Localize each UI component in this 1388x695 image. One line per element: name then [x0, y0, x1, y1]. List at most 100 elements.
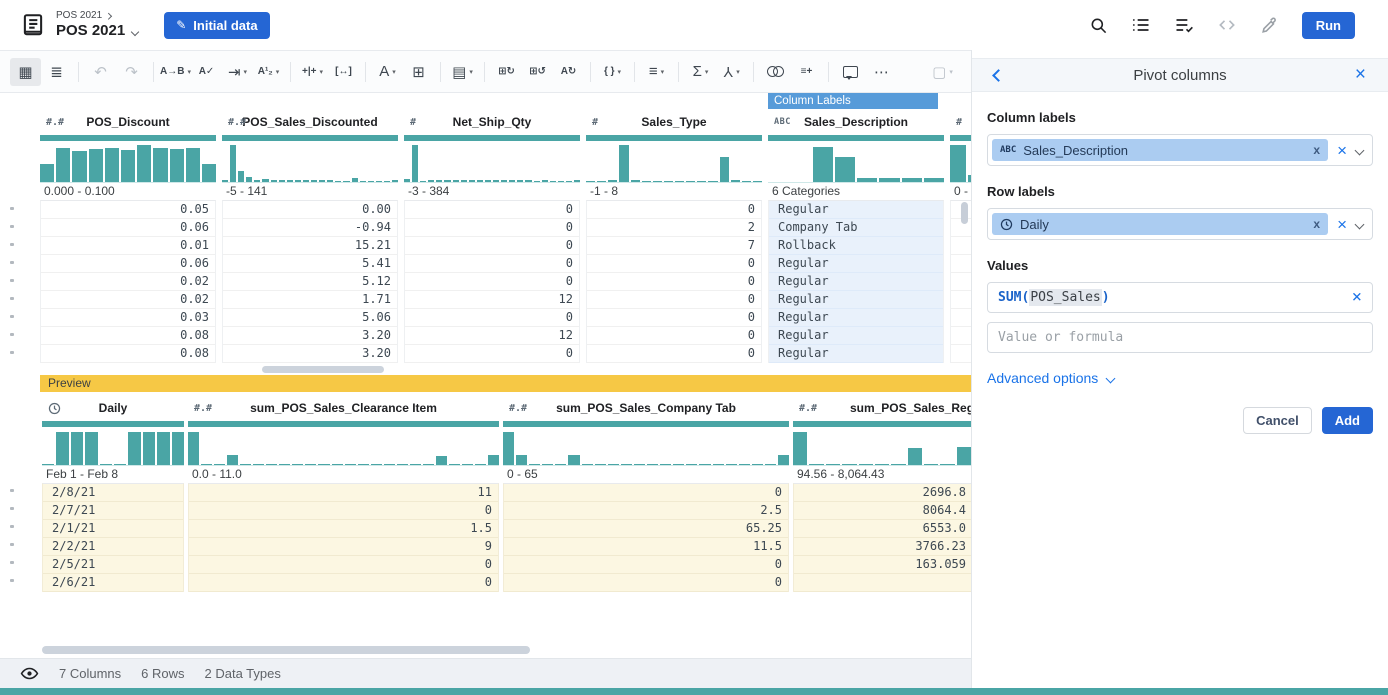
- grid-vertical-scrollbar[interactable]: [961, 202, 968, 224]
- cell[interactable]: Regular: [769, 273, 943, 291]
- cell[interactable]: 0: [189, 574, 498, 592]
- cell[interactable]: 9: [189, 538, 498, 556]
- clear-field-icon[interactable]: ×: [1337, 142, 1347, 159]
- cell[interactable]: 0: [189, 502, 498, 520]
- cell[interactable]: 0.02: [41, 291, 215, 309]
- code-icon[interactable]: [1217, 15, 1237, 35]
- cell[interactable]: 0.00: [223, 201, 397, 219]
- cell[interactable]: 0: [504, 556, 788, 574]
- row-labels-input[interactable]: Daily x ×: [987, 208, 1373, 240]
- chevron-down-icon[interactable]: [1355, 219, 1365, 229]
- column-header[interactable]: ABCSales_Description: [768, 110, 944, 134]
- cell[interactable]: Regular: [769, 327, 943, 345]
- grid-horizontal-scrollbar[interactable]: [262, 366, 384, 373]
- column-header[interactable]: #.#POS_Sales_Discounted: [222, 110, 398, 134]
- cell[interactable]: 0.06: [41, 255, 215, 273]
- breadcrumb-label[interactable]: POS 2021: [56, 10, 102, 21]
- column-histogram[interactable]: [222, 142, 398, 183]
- cell[interactable]: 2/8/21: [43, 484, 183, 502]
- cell[interactable]: 7: [587, 237, 761, 255]
- column-header[interactable]: #.#sum_POS_Sales_Regular: [793, 396, 971, 420]
- data-quality-bar[interactable]: [768, 135, 944, 141]
- cell[interactable]: [951, 327, 971, 345]
- row-marker[interactable]: [10, 525, 14, 528]
- nest-button[interactable]: { }▾: [597, 58, 628, 86]
- column-histogram[interactable]: [768, 142, 944, 183]
- cell[interactable]: 0: [504, 484, 788, 502]
- row-marker[interactable]: [10, 543, 14, 546]
- row-marker[interactable]: [10, 351, 14, 354]
- transpose-button[interactable]: A↻: [553, 58, 584, 86]
- cell[interactable]: 6553.0: [794, 520, 971, 538]
- column-labels-input[interactable]: ABC Sales_Description x ×: [987, 134, 1373, 166]
- cell[interactable]: 1.71: [223, 291, 397, 309]
- cell[interactable]: 0: [587, 345, 761, 363]
- row-marker[interactable]: [10, 561, 14, 564]
- cell[interactable]: 2/2/21: [43, 538, 183, 556]
- view-rows-button[interactable]: ≣: [41, 58, 72, 86]
- column-header[interactable]: #Net_Ship_Qty: [404, 110, 580, 134]
- column-header[interactable]: #: [950, 110, 971, 134]
- selection-mode-button[interactable]: ▢▾: [927, 58, 958, 86]
- cell[interactable]: Rollback: [769, 237, 943, 255]
- cell[interactable]: 3766.23: [794, 538, 971, 556]
- data-quality-bar[interactable]: [586, 135, 762, 141]
- cell[interactable]: 0: [587, 327, 761, 345]
- column-histogram[interactable]: [793, 428, 971, 466]
- redo-button[interactable]: ↷: [116, 58, 147, 86]
- row-marker[interactable]: [10, 207, 14, 210]
- cell[interactable]: -0.94: [223, 219, 397, 237]
- more-options-button[interactable]: ⋯: [866, 58, 897, 86]
- cell[interactable]: 2/7/21: [43, 502, 183, 520]
- cell[interactable]: 0.08: [41, 345, 215, 363]
- cell[interactable]: Regular: [769, 255, 943, 273]
- row-marker[interactable]: [10, 225, 14, 228]
- initial-data-button[interactable]: ✎ Initial data: [164, 12, 269, 39]
- chevron-down-icon[interactable]: [1355, 145, 1365, 155]
- column-histogram[interactable]: [503, 428, 789, 466]
- cell[interactable]: 11: [189, 484, 498, 502]
- cell[interactable]: 0.02: [41, 273, 215, 291]
- cell[interactable]: [951, 291, 971, 309]
- column-header[interactable]: Daily: [42, 396, 184, 420]
- cell[interactable]: 0: [405, 237, 579, 255]
- cell[interactable]: [951, 255, 971, 273]
- panel-close-icon[interactable]: ×: [1355, 63, 1366, 87]
- cell[interactable]: 0.05: [41, 201, 215, 219]
- column-header[interactable]: #Sales_Type: [586, 110, 762, 134]
- cell[interactable]: 2.5: [504, 502, 788, 520]
- cell[interactable]: 0: [405, 219, 579, 237]
- cell[interactable]: 0: [405, 273, 579, 291]
- clear-field-icon[interactable]: ×: [1337, 216, 1347, 233]
- format-text-button[interactable]: A▾: [372, 58, 403, 86]
- column-histogram[interactable]: [42, 428, 184, 466]
- row-marker[interactable]: [10, 297, 14, 300]
- cell[interactable]: 0.08: [41, 327, 215, 345]
- cell[interactable]: 5.41: [223, 255, 397, 273]
- recipe-steps-icon[interactable]: [1131, 15, 1151, 35]
- cell[interactable]: 0: [504, 574, 788, 592]
- cell[interactable]: 1.5: [189, 520, 498, 538]
- eye-icon[interactable]: [20, 664, 39, 683]
- cell[interactable]: 12: [405, 327, 579, 345]
- column-header[interactable]: #.#POS_Discount: [40, 110, 216, 134]
- column-header[interactable]: #.#sum_POS_Sales_Clearance Item: [188, 396, 499, 420]
- cell[interactable]: 0: [587, 201, 761, 219]
- cell[interactable]: 65.25: [504, 520, 788, 538]
- cell[interactable]: 0: [405, 255, 579, 273]
- row-operations-button[interactable]: ▤▾: [447, 58, 478, 86]
- cell[interactable]: 2: [587, 219, 761, 237]
- filter-button[interactable]: ≡▾: [641, 58, 672, 86]
- column-histogram[interactable]: [950, 142, 971, 183]
- bottom-horizontal-scrollbar[interactable]: [42, 646, 530, 654]
- clear-formula-icon[interactable]: ×: [1352, 289, 1362, 306]
- expand-button[interactable]: [↔]: [328, 58, 359, 86]
- sort-button[interactable]: A¹₂▾: [253, 58, 284, 86]
- column-histogram[interactable]: [586, 142, 762, 183]
- cell[interactable]: [951, 309, 971, 327]
- row-marker[interactable]: [10, 261, 14, 264]
- cell[interactable]: 15.21: [223, 237, 397, 255]
- cell[interactable]: 5.06: [223, 309, 397, 327]
- cell[interactable]: 2/6/21: [43, 574, 183, 592]
- cell[interactable]: 0.03: [41, 309, 215, 327]
